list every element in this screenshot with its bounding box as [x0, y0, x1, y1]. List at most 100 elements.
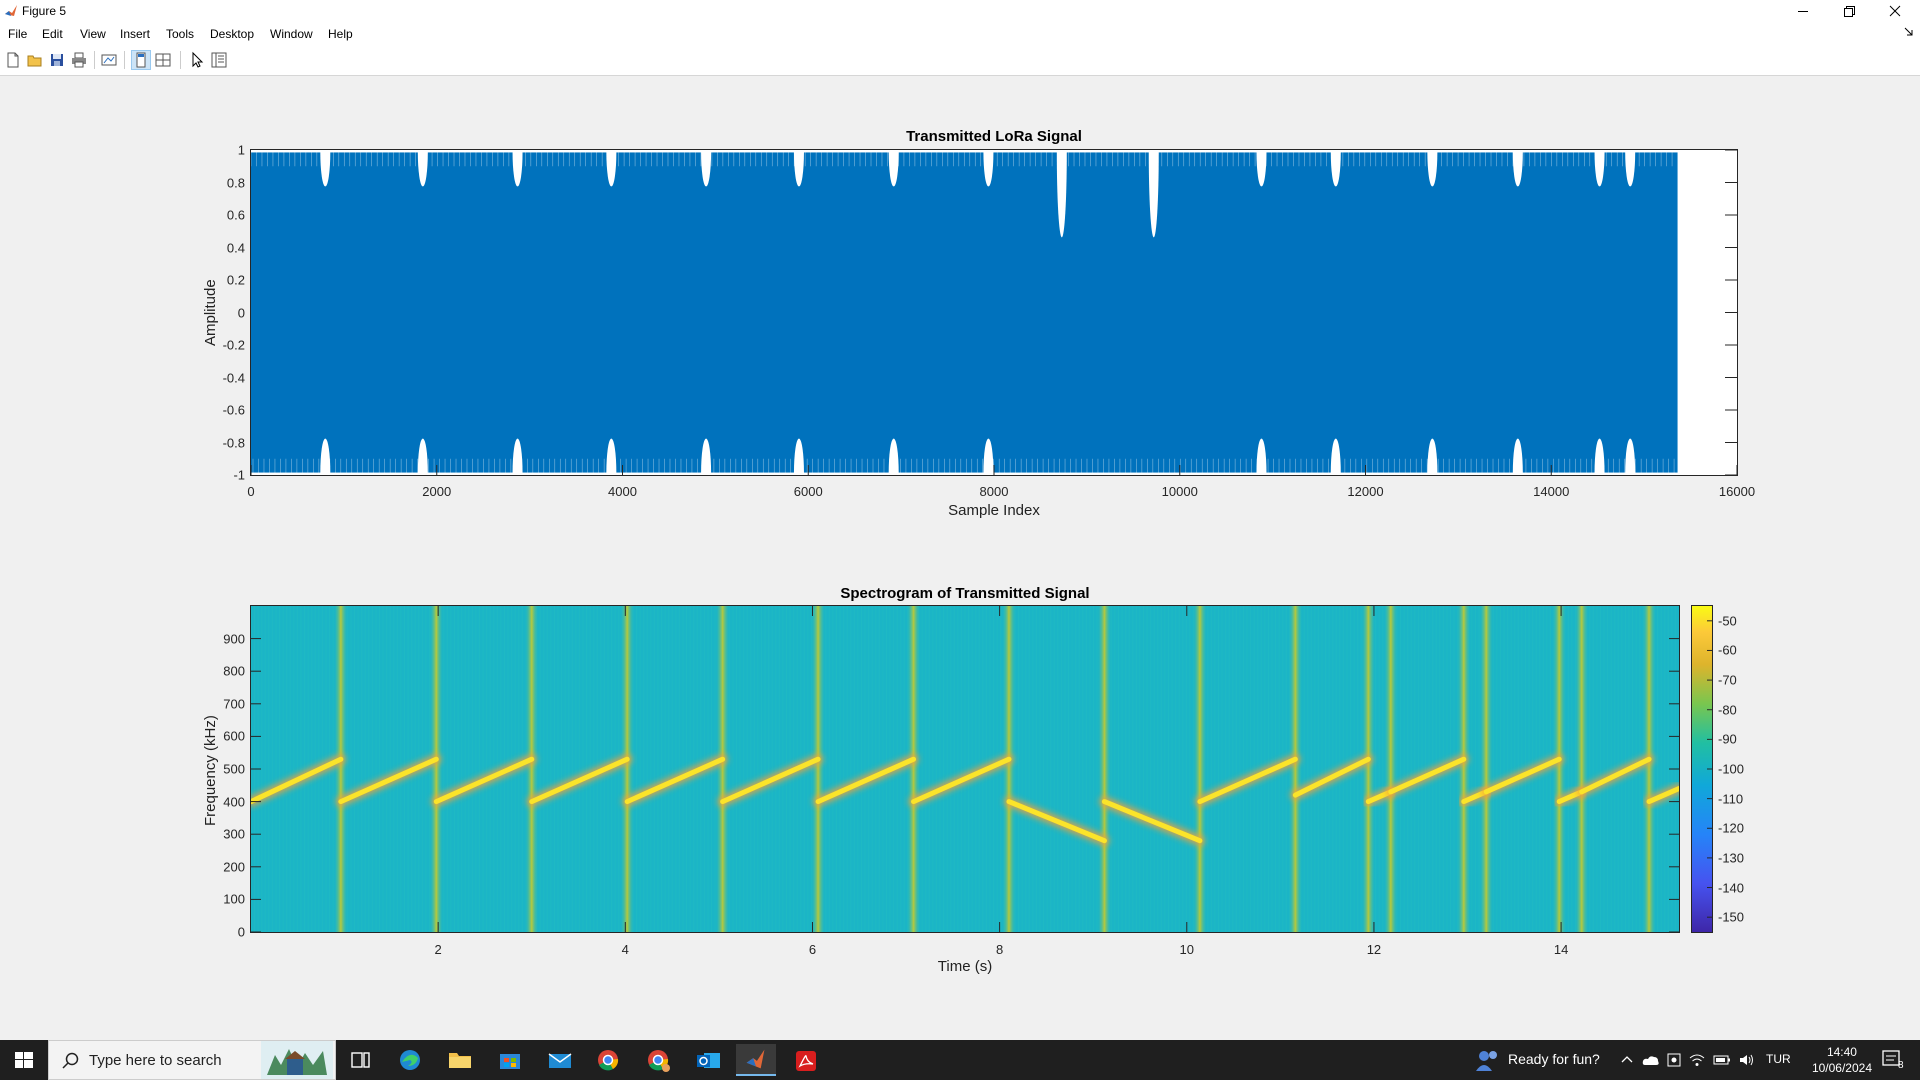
spectrogram-burst — [429, 606, 444, 932]
spectrogram-burst — [1552, 606, 1567, 932]
colorbar[interactable] — [1691, 605, 1713, 933]
spectrogram-plot[interactable] — [250, 605, 1680, 933]
taskbar: Type here to search Ready for fun? TUR 1… — [0, 1040, 1920, 1080]
matlab-taskbar-icon[interactable] — [736, 1044, 776, 1076]
acrobat-icon[interactable] — [786, 1044, 826, 1076]
search-highlight-icon — [261, 1041, 333, 1079]
open-file-icon[interactable] — [26, 51, 44, 69]
signal-y-tick-label: -1 — [233, 467, 245, 483]
battery-icon[interactable] — [1713, 1054, 1731, 1066]
signal-plot-area — [251, 150, 1737, 475]
task-view-icon[interactable] — [340, 1044, 380, 1076]
signal-plot[interactable] — [250, 149, 1738, 476]
signal-x-tick-label: 10000 — [1161, 484, 1198, 499]
menu-tools[interactable]: Tools — [166, 27, 194, 41]
user-widget-icon[interactable] — [1474, 1047, 1500, 1073]
signal-x-tick-label: 8000 — [979, 484, 1009, 499]
colorbar-tick-label: -100 — [1718, 761, 1745, 777]
signal-x-tick-label: 14000 — [1533, 484, 1570, 499]
file-explorer-icon[interactable] — [440, 1044, 480, 1076]
spectrogram-y-tick-label: 0 — [237, 924, 245, 940]
windows-start-icon[interactable] — [0, 1040, 48, 1080]
minimize-icon — [1798, 11, 1808, 12]
signal-y-tick-label: -0.8 — [222, 435, 245, 450]
print-icon[interactable] — [70, 51, 88, 69]
spectrogram-x-tick-label: 12 — [1366, 942, 1382, 957]
volume-icon[interactable] — [1738, 1052, 1756, 1068]
menu-edit[interactable]: Edit — [42, 27, 63, 41]
close-button[interactable] — [1872, 0, 1918, 23]
spectrogram-y-tick-label: 100 — [223, 891, 245, 907]
spectrogram-x-tick-label: 14 — [1553, 942, 1569, 957]
dock-arrow-icon[interactable] — [1904, 27, 1914, 37]
toolbar-separator — [124, 51, 125, 69]
taskbar-search-box[interactable]: Type here to search — [48, 1040, 336, 1080]
outlook-icon[interactable] — [688, 1044, 728, 1076]
spectrogram-burst — [333, 606, 348, 932]
onedrive-icon[interactable] — [1642, 1053, 1660, 1067]
menu-help[interactable]: Help — [328, 27, 353, 41]
chrome-icon[interactable] — [588, 1044, 628, 1076]
menu-insert[interactable]: Insert — [120, 27, 150, 41]
menu-bar: File Edit View Insert Tools Desktop Wind… — [0, 23, 1920, 45]
title-bar: Figure 5 — [0, 0, 1920, 23]
colorbar-tick-label: -50 — [1718, 613, 1737, 629]
restore-button[interactable] — [1826, 0, 1872, 23]
spectrogram-burst — [1097, 606, 1112, 932]
spectrogram-y-label: Frequency (kHz) — [202, 715, 219, 826]
spectrogram-burst — [524, 606, 539, 932]
device-icon[interactable] — [1666, 1052, 1682, 1068]
spectrogram-burst — [1479, 606, 1494, 932]
toolbar-separator — [180, 51, 181, 69]
store-icon[interactable] — [490, 1044, 530, 1076]
spectrogram-burst — [1192, 606, 1207, 932]
spectrogram-burst — [811, 606, 826, 932]
mail-icon[interactable] — [540, 1044, 580, 1076]
dock-figure-icon[interactable] — [131, 50, 151, 70]
signal-y-tick-label: 0.8 — [226, 175, 245, 190]
link-plot-icon[interactable] — [100, 51, 118, 69]
search-placeholder: Type here to search — [89, 1052, 222, 1069]
new-figure-icon[interactable] — [4, 51, 22, 69]
menu-window[interactable]: Window — [270, 27, 313, 41]
matlab-logo-icon — [5, 5, 17, 16]
signal-y-tick-label: -0.6 — [222, 402, 245, 418]
colorbar-tick-label: -130 — [1718, 850, 1745, 866]
clock-time: 14:40 — [1826, 1045, 1857, 1059]
taskbar-clock[interactable]: 14:40 10/06/2024 — [1812, 1044, 1872, 1076]
spectrogram-y-tick-label: 500 — [223, 761, 245, 777]
colorbar-tick-label: -80 — [1718, 702, 1737, 718]
wifi-icon[interactable] — [1689, 1052, 1705, 1068]
signal-y-tick-label: 0.6 — [226, 207, 245, 223]
chevron-up-icon[interactable] — [1620, 1053, 1634, 1067]
save-icon[interactable] — [48, 51, 66, 69]
spectrogram-x-tick-label: 10 — [1179, 942, 1194, 957]
menu-desktop[interactable]: Desktop — [210, 27, 254, 41]
property-inspector-icon[interactable] — [210, 51, 228, 69]
signal-waveform — [251, 152, 1678, 473]
menu-view[interactable]: View — [80, 27, 106, 41]
minimize-button[interactable] — [1780, 0, 1826, 23]
spectrogram-x-tick-label: 2 — [434, 942, 442, 957]
spectrogram-burst — [1574, 606, 1589, 932]
spectrogram-x-label: Time (s) — [937, 958, 993, 975]
figure-canvas: Transmitted LoRa Signal Amplitude Sample… — [0, 76, 1920, 1040]
colorbar-tick-label: -90 — [1718, 731, 1737, 747]
clock-date: 10/06/2024 — [1811, 1061, 1872, 1075]
spectrogram-burst — [1288, 606, 1303, 932]
colorbar-tick-label: -110 — [1718, 791, 1744, 807]
pointer-icon[interactable] — [188, 51, 206, 69]
spectrogram-image — [251, 606, 1679, 932]
spectrogram-x-tick-label: 6 — [808, 942, 817, 957]
spectrogram-y-tick-label: 700 — [223, 696, 245, 712]
signal-y-tick-label: 0.2 — [226, 272, 245, 288]
language-indicator[interactable]: TUR — [1766, 1052, 1791, 1066]
edge-icon[interactable] — [390, 1044, 430, 1076]
chrome-profile-icon[interactable] — [638, 1044, 678, 1076]
menu-file[interactable]: File — [8, 27, 27, 41]
colorbar-tick-label: -120 — [1718, 820, 1745, 836]
ready-for-fun-text[interactable]: Ready for fun? — [1508, 1051, 1600, 1067]
signal-x-label: Sample Index — [948, 502, 1040, 519]
spectrogram-y-tick-label: 600 — [223, 728, 245, 744]
tile-icon[interactable] — [154, 51, 172, 69]
